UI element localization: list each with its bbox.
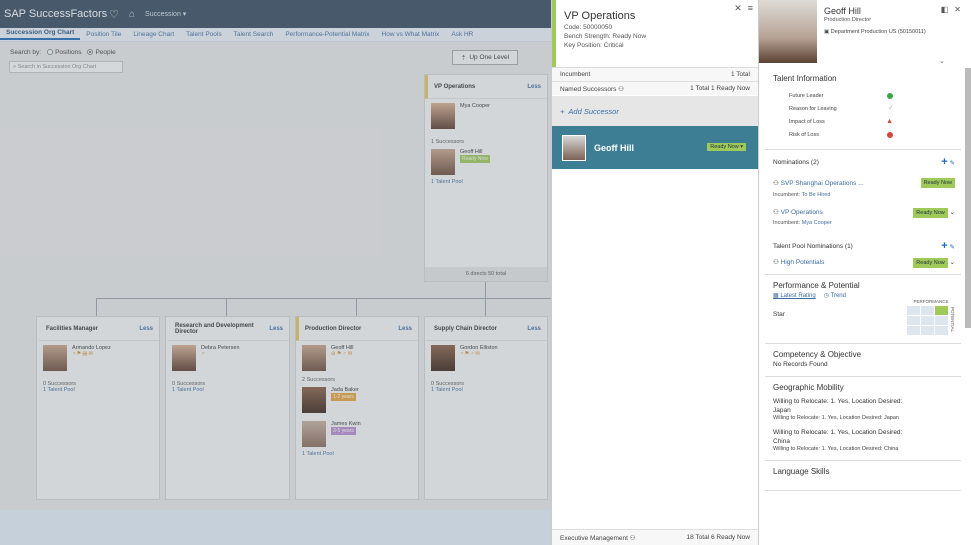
avatar <box>431 103 455 129</box>
talent-flag-icons: ♂ <box>201 351 207 357</box>
nominations-section: Nominations (2) + ✎ ⚇ SVP Shanghai Operat… <box>765 150 961 275</box>
close-icon[interactable]: ✕ <box>954 5 961 14</box>
readiness-badge: 1-2 years <box>331 393 356 401</box>
profile-photo <box>759 0 817 63</box>
person-name[interactable]: Geoff Hill <box>824 6 861 16</box>
up-one-level-button[interactable]: ⇡ Up One Level <box>452 50 518 65</box>
latest-rating-tab[interactable]: ▦ Latest Rating <box>773 292 816 299</box>
future-leader-icon <box>887 92 893 99</box>
tab-talent-search[interactable]: Talent Search <box>228 31 280 38</box>
risk-of-loss-icon <box>887 131 893 138</box>
org-node[interactable]: Supply Chain Director Less Gordon Ellisto… <box>424 316 548 500</box>
talent-information-section: Talent Information Future Leader Reason … <box>765 68 961 150</box>
edit-icon[interactable]: ✎ <box>950 160 955 167</box>
close-icon[interactable]: ✕ <box>734 3 742 14</box>
avatar <box>43 345 67 371</box>
less-link[interactable]: Less <box>527 84 541 90</box>
quickcard-content: Talent Information Future Leader Reason … <box>765 68 961 545</box>
tab-lineage-chart[interactable]: Lineage Chart <box>127 31 180 38</box>
chevron-down-icon[interactable]: ⌄ <box>939 57 945 65</box>
node-title: VP Operations <box>434 83 476 90</box>
edit-icon[interactable]: ✎ <box>950 244 955 251</box>
add-successor-button[interactable]: + Add Successor <box>552 96 758 126</box>
people-icon: ⚇ <box>629 534 636 542</box>
avatar <box>431 149 455 175</box>
talent-flag-icons: ⊘⚑♂✉ <box>331 351 354 357</box>
radio-people[interactable]: People <box>87 49 116 56</box>
readiness-badge: 3-5 years <box>331 427 356 435</box>
avatar <box>302 387 326 413</box>
readiness-badge: Ready Now <box>460 155 490 163</box>
language-skills-section: Language Skills <box>765 461 961 491</box>
building-icon: ▣ <box>824 29 830 35</box>
incumbent-row[interactable]: Incumbent 1 Total <box>552 67 758 81</box>
avatar <box>302 345 326 371</box>
app-logo[interactable]: SAP SuccessFactors ♡ <box>0 8 119 21</box>
org-chart-search-input[interactable]: ⌕ Search in Succession Org Chart <box>9 61 123 73</box>
person-quickcard: Geoff Hill Production Director ▣ Departm… <box>758 0 971 545</box>
footer-strip <box>0 510 551 545</box>
position-detail-panel: VP Operations Code: 50000050 Bench Stren… <box>551 0 758 545</box>
competency-section: Competency & Objective No Records Found <box>765 344 961 377</box>
tab-how-vs-what-matrix[interactable]: How vs What Matrix <box>376 31 446 38</box>
add-pool-icon[interactable]: + <box>941 240 947 252</box>
talent-pool-footer[interactable]: Executive Management ⚇ 18 Total 6 Ready N… <box>552 529 758 545</box>
chevron-down-icon[interactable]: ⌄ <box>950 259 955 266</box>
avatar <box>302 421 326 447</box>
position-title: VP Operations <box>564 10 636 22</box>
up-arrow-icon: ⇡ <box>460 54 467 62</box>
tab-succession-org-chart[interactable]: Succession Org Chart <box>0 29 81 40</box>
scrollbar[interactable] <box>965 68 971 328</box>
org-node-vp-operations[interactable]: VP Operations Less Mya Cooper 1 Successor… <box>424 74 548 282</box>
readiness-badge: Ready Now <box>913 258 948 268</box>
talent-pool-link[interactable]: 1 Talent Pool <box>425 179 547 185</box>
top-shell-bar: SAP SuccessFactors ♡ ⌂ Succession ▾ <box>0 0 551 28</box>
named-successors-row[interactable]: Named Successors ⚇ 1 Total 1 Ready Now <box>552 81 758 95</box>
org-node[interactable]: Production Director Less Geoff Hill ⊘⚑♂✉ 2… <box>295 316 419 500</box>
expand-icon[interactable]: ◧ <box>941 5 949 14</box>
nine-box-grid[interactable] <box>907 306 948 335</box>
org-icon: ⚇ <box>773 180 779 187</box>
talent-flag-icons: ◔⚑▤✉ <box>72 351 95 357</box>
heart-icon: ♡ <box>109 8 119 21</box>
people-icon: ⚇ <box>773 259 779 266</box>
reason-for-leaving-icon: ♂ <box>887 105 893 112</box>
readiness-dropdown[interactable]: Ready Now ▾ <box>707 143 746 151</box>
talent-flag-icons: ◔⚑♂✉ <box>460 351 481 357</box>
menu-icon[interactable]: ≡ <box>748 3 753 14</box>
trend-tab[interactable]: ◷ Trend <box>824 292 846 299</box>
readiness-badge: Ready Now <box>913 208 948 218</box>
org-icon: ⚇ <box>773 209 779 216</box>
successor-card[interactable]: Geoff Hill Ready Now ▾ <box>552 126 758 169</box>
org-node[interactable]: Facilities Manager Less Armando Lopez ◔⚑▤✉… <box>36 316 160 500</box>
org-node[interactable]: Research and Development Director Less De… <box>165 316 290 500</box>
add-nomination-icon[interactable]: + <box>941 156 947 168</box>
avatar <box>562 134 586 161</box>
home-icon[interactable]: ⌂ <box>129 9 135 20</box>
tab-talent-pools[interactable]: Talent Pools <box>180 31 227 38</box>
warning-triangle-icon: ▲ <box>886 118 893 125</box>
module-selector[interactable]: Succession ▾ <box>145 10 186 18</box>
person-icon: ⚇ <box>618 85 624 93</box>
chevron-down-icon[interactable]: ⌄ <box>950 209 955 216</box>
geographic-mobility-section: Geographic Mobility Willing to Relocate:… <box>765 377 961 461</box>
performance-potential-section: Performance & Potential ▦ Latest Rating ◷… <box>765 275 961 344</box>
node-footer: 6 directs 50 total <box>425 267 547 281</box>
tab-ask-hr[interactable]: Ask HR <box>445 31 479 38</box>
tab-performance-potential-matrix[interactable]: Performance-Potential Matrix <box>279 31 375 38</box>
radio-positions[interactable]: Positions <box>47 49 81 56</box>
sub-navigation: Succession Org Chart Position Tile Linea… <box>0 28 551 42</box>
readiness-badge: Ready Now <box>920 178 955 188</box>
avatar <box>431 345 455 371</box>
tab-position-tile[interactable]: Position Tile <box>80 31 127 38</box>
avatar <box>172 345 196 371</box>
plus-icon: + <box>560 106 565 116</box>
search-by: Search by: Positions People <box>10 49 116 56</box>
